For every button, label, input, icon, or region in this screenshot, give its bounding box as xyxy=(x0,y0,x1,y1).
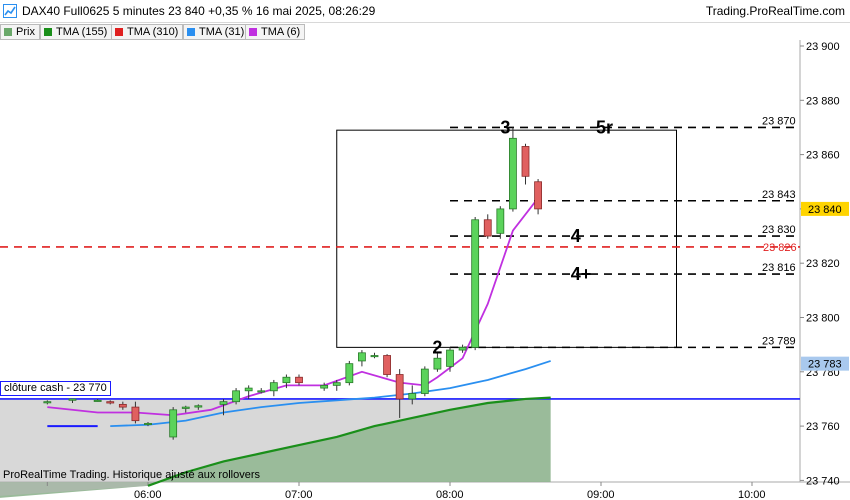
instrument-title: DAX40 Full0625 5 minutes 23 840 +0,35 % … xyxy=(22,4,376,18)
candle-body[interactable] xyxy=(43,401,52,404)
x-tick-label: 08:00 xyxy=(436,489,464,500)
x-tick-label: 06:00 xyxy=(134,489,162,500)
y-tick-label: 23 740 xyxy=(806,475,840,487)
candle-body[interactable] xyxy=(269,382,278,392)
candle-body[interactable] xyxy=(471,219,480,348)
y-tick-label: 23 820 xyxy=(806,258,840,270)
cash-close-label: clôture cash - 23 770 xyxy=(0,381,111,396)
level-label: 23 830 xyxy=(762,224,796,236)
candle-body[interactable] xyxy=(433,357,442,370)
candle-body[interactable] xyxy=(483,219,492,237)
candle-body[interactable] xyxy=(370,355,379,358)
wave-label: 4 xyxy=(571,226,581,246)
red-level-label: 23 826 xyxy=(763,242,797,254)
y-tick-label: 23 900 xyxy=(806,41,840,53)
candle-body[interactable] xyxy=(408,393,417,400)
candle-body[interactable] xyxy=(320,384,329,389)
candle-body[interactable] xyxy=(282,376,291,384)
candle-body[interactable] xyxy=(509,137,517,210)
candle-body[interactable] xyxy=(295,376,303,384)
x-tick-label: 09:00 xyxy=(587,489,615,500)
candle-body[interactable] xyxy=(358,352,366,362)
y-tick-label: 23 860 xyxy=(806,150,840,162)
candle-body[interactable] xyxy=(244,387,253,392)
price-chart[interactable]: 23 74023 76023 78023 80023 82023 84023 8… xyxy=(0,22,850,500)
level-label: 23 816 xyxy=(762,262,796,274)
candle-body[interactable] xyxy=(169,409,178,438)
level-label: 23 870 xyxy=(762,115,796,127)
wave-label: 5r xyxy=(596,117,613,137)
price-badge-label: 23 840 xyxy=(808,204,842,216)
x-tick-label: 10:00 xyxy=(738,489,766,500)
y-tick-label: 23 760 xyxy=(806,421,840,433)
candle-body[interactable] xyxy=(332,382,341,386)
prorealtime-logo-icon xyxy=(3,4,17,18)
candle-body[interactable] xyxy=(446,349,454,367)
x-tick-label: 07:00 xyxy=(285,489,313,500)
wave-label: 3 xyxy=(500,117,510,137)
candle-body[interactable] xyxy=(521,146,530,177)
level-label: 23 843 xyxy=(762,189,796,201)
footer-note: ProRealTime Trading. Historique ajusté a… xyxy=(3,469,260,481)
wave-label: 4+ xyxy=(571,264,592,284)
candle-body[interactable] xyxy=(219,401,228,405)
y-tick-label: 23 880 xyxy=(806,95,840,107)
brand-label[interactable]: Trading.ProRealTime.com xyxy=(706,4,845,18)
candle-body[interactable] xyxy=(106,401,115,404)
candle-body[interactable] xyxy=(395,374,404,400)
candle-body[interactable] xyxy=(68,398,77,401)
candle-body[interactable] xyxy=(181,406,190,409)
candle-body[interactable] xyxy=(383,355,391,375)
candle-body[interactable] xyxy=(93,399,102,402)
candle-body[interactable] xyxy=(534,181,542,210)
candle-body[interactable] xyxy=(345,363,354,384)
wave-label: 2 xyxy=(432,337,442,357)
candle-body[interactable] xyxy=(496,208,505,234)
candle-body[interactable] xyxy=(458,346,467,351)
y-tick-label: 23 800 xyxy=(806,313,840,325)
candle-body[interactable] xyxy=(118,403,127,408)
candle-body[interactable] xyxy=(420,368,429,394)
level-label: 23 789 xyxy=(762,335,796,347)
candle-body[interactable] xyxy=(194,405,203,408)
candle-body[interactable] xyxy=(232,390,240,403)
candle-body[interactable] xyxy=(144,422,152,425)
title-bar: DAX40 Full0625 5 minutes 23 840 +0,35 % … xyxy=(0,0,850,23)
price-badge-label: 23 783 xyxy=(808,359,842,371)
candle-body[interactable] xyxy=(131,406,140,422)
candle-body[interactable] xyxy=(257,390,266,393)
